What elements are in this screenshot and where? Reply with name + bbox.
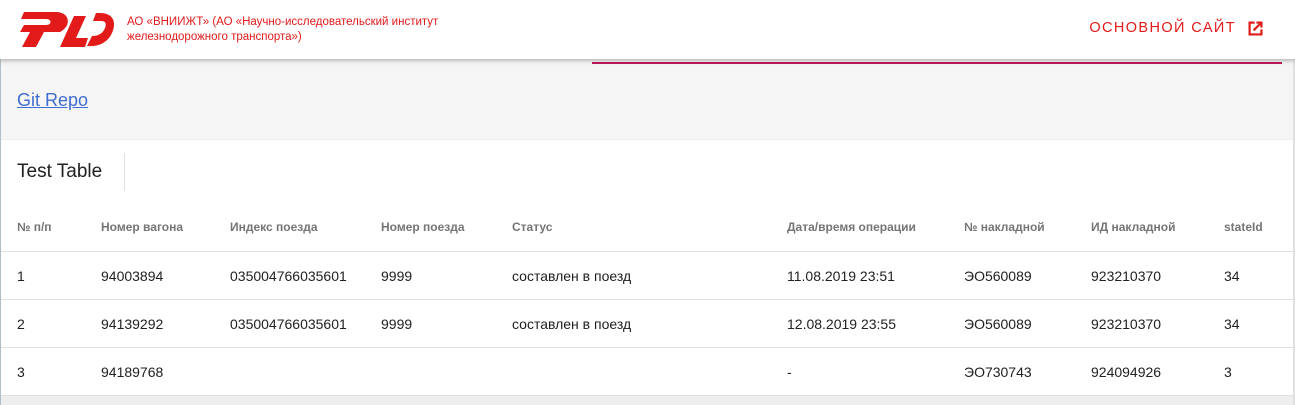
table-cell: ЭО560089 <box>964 299 1091 348</box>
table-cell <box>381 347 512 396</box>
table-cell <box>512 347 787 396</box>
column-header[interactable]: Дата/время операции <box>787 203 964 252</box>
table-row[interactable]: 3 94189768 - ЭО730743 924094926 3 <box>1 347 1293 396</box>
column-header[interactable]: ИД накладной <box>1091 203 1224 252</box>
app-header: АО «ВНИИЖТ» (АО «Научно-исследовательски… <box>0 0 1295 59</box>
table-header-row: № п/п Номер вагона Индекс поезда Номер п… <box>1 203 1293 252</box>
table-row[interactable]: 2 94139292 035004766035601 9999 составле… <box>1 299 1293 348</box>
table-row[interactable]: 1 94003894 035004766035601 9999 составле… <box>1 251 1293 300</box>
table-cell: - <box>787 347 964 396</box>
table-cell: 924094926 <box>1091 347 1224 396</box>
external-link-icon <box>1248 21 1263 35</box>
org-name: АО «ВНИИЖТ» (АО «Научно-исследовательски… <box>127 16 439 43</box>
table-cell: 34 <box>1224 251 1293 300</box>
title-divider <box>124 153 125 191</box>
table-cell: 1 <box>1 251 101 300</box>
git-repo-link[interactable]: Git Repo <box>17 90 88 111</box>
table-cell: 94139292 <box>101 299 230 348</box>
table-cell <box>230 347 381 396</box>
table-panel: Test Table № п/п Номер вагона Индекс пое… <box>1 140 1293 405</box>
table-title: Test Table <box>17 161 103 182</box>
table-cell: составлен в поезд <box>512 299 787 348</box>
column-header[interactable]: Номер поезда <box>381 203 512 252</box>
table-cell: 3 <box>1 347 101 396</box>
main-site-label: Основной сайт <box>1089 20 1236 36</box>
table-cell: 3 <box>1224 347 1293 396</box>
table-cell: 9999 <box>381 299 512 348</box>
column-header[interactable]: № накладной <box>964 203 1091 252</box>
table-cell: 923210370 <box>1091 251 1224 300</box>
table-cell: 035004766035601 <box>230 251 381 300</box>
column-header[interactable]: stateId <box>1224 203 1293 252</box>
footer-strip <box>1 396 1293 405</box>
table-cell: 34 <box>1224 299 1293 348</box>
table-cell: 035004766035601 <box>230 299 381 348</box>
table-cell: 2 <box>1 299 101 348</box>
rzd-logo-icon[interactable] <box>16 8 117 50</box>
column-header[interactable]: Индекс поезда <box>230 203 381 252</box>
table-cell: 923210370 <box>1091 299 1224 348</box>
column-header[interactable]: № п/п <box>1 203 101 252</box>
data-table: № п/п Номер вагона Индекс поезда Номер п… <box>1 203 1293 396</box>
column-header[interactable]: Номер вагона <box>101 203 230 252</box>
table-cell: составлен в поезд <box>512 251 787 300</box>
toolbar: Git Repo <box>1 59 1293 140</box>
table-cell: 11.08.2019 23:51 <box>787 251 964 300</box>
table-cell: ЭО730743 <box>964 347 1091 396</box>
table-cell: ЭО560089 <box>964 251 1091 300</box>
main-site-link[interactable]: Основной сайт <box>1089 17 1266 39</box>
table-cell: 9999 <box>381 251 512 300</box>
table-cell: 94189768 <box>101 347 230 396</box>
table-cell: 12.08.2019 23:55 <box>787 299 964 348</box>
table-cell: 94003894 <box>101 251 230 300</box>
column-header[interactable]: Статус <box>512 203 787 252</box>
